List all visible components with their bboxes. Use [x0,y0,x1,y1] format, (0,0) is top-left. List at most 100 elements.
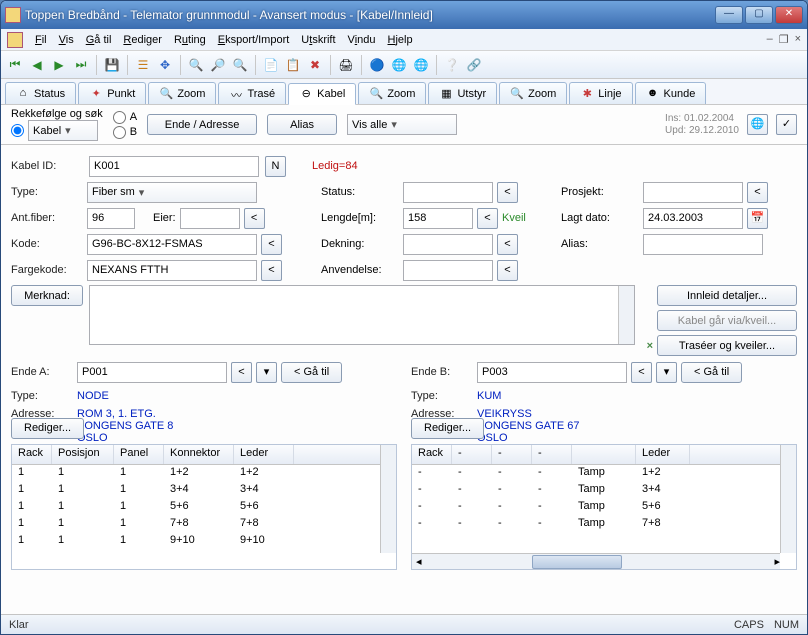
endeb-grid-header[interactable]: Rack---Leder [412,445,796,465]
nav-next-icon[interactable]: ▶ [49,55,69,75]
delete-icon[interactable]: ✖ [305,55,325,75]
lengde-input[interactable] [403,208,473,229]
lagt-input[interactable] [643,208,743,229]
eier-browse[interactable]: < [244,208,265,229]
dekning-input[interactable] [403,234,493,255]
endeb-browse[interactable]: < [631,362,652,383]
merknad-textarea[interactable] [89,285,635,345]
globe-button[interactable]: 🌐 [747,114,768,135]
merknad-button[interactable]: Merknad: [11,285,83,306]
farge-browse[interactable]: < [261,260,282,281]
table-row[interactable]: ----Tamp3+4 [412,482,796,499]
menu-hjelp[interactable]: Hjelp [388,34,413,46]
check-button[interactable]: ✓ [776,114,797,135]
endeb-rediger[interactable]: Rediger... [411,418,484,439]
menu-utskrift[interactable]: Utskrift [301,34,335,46]
tab-kunde[interactable]: ☻Kunde [635,82,707,104]
dekning-browse[interactable]: < [497,234,518,255]
table-row[interactable]: ----Tamp1+2 [412,465,796,482]
traseer-button[interactable]: Traséer og kveiler... [657,335,797,356]
tab-punkt[interactable]: ✦Punkt [78,82,146,104]
table-row[interactable]: 1115+65+6 [12,499,396,516]
endea-browse[interactable]: < [231,362,252,383]
col-header[interactable]: - [452,445,492,464]
doc-minimize[interactable]: – [767,33,773,46]
scrollbar[interactable] [380,445,396,553]
alias-input[interactable] [643,234,763,255]
col-header[interactable]: Leder [636,445,690,464]
tab-zoom2[interactable]: 🔍Zoom [358,82,426,104]
col-header[interactable]: Leder [234,445,294,464]
globe2-icon[interactable]: 🌐 [411,55,431,75]
endea-goto[interactable]: < Gå til [281,362,342,383]
lengde-browse[interactable]: < [477,208,498,229]
menu-vis[interactable]: Vis [59,34,74,46]
alias-button[interactable]: Alias [267,114,337,135]
eier-input[interactable] [180,208,240,229]
menu-vindu[interactable]: Vindu [348,34,376,46]
doc-restore[interactable]: ❐ [779,33,789,46]
col-header[interactable]: - [532,445,572,464]
close-button[interactable]: ✕ [775,6,803,24]
kode-input[interactable] [87,234,257,255]
vis-alle-combo[interactable]: Vis alle [347,114,457,135]
radio-kabel[interactable]: Kabel [11,120,98,141]
menu-fil[interactable]: Fil [35,34,47,46]
table-row[interactable]: 1113+43+4 [12,482,396,499]
prosjekt-input[interactable] [643,182,743,203]
antfiber-input[interactable] [87,208,135,229]
menu-gatil[interactable]: Gå til [86,34,112,46]
col-header[interactable]: Posisjon [52,445,114,464]
endeb-dropdown[interactable]: ▾ [656,362,677,383]
nav-prev-icon[interactable]: ◀ [27,55,47,75]
help-icon[interactable]: ❔ [442,55,462,75]
col-header[interactable]: Rack [12,445,52,464]
calendar-button[interactable]: 📅 [747,208,768,229]
endea-rediger[interactable]: Rediger... [11,418,84,439]
zoom-out-icon[interactable]: 🔎 [208,55,228,75]
save-icon[interactable]: 💾 [102,55,122,75]
nav-first-icon[interactable]: ⏮ [5,55,25,75]
tab-trase[interactable]: 〰Trasé [218,82,286,104]
endeb-input[interactable] [477,362,627,383]
endea-dropdown[interactable]: ▾ [256,362,277,383]
anv-input[interactable] [403,260,493,281]
innleid-button[interactable]: Innleid detaljer... [657,285,797,306]
kode-browse[interactable]: < [261,234,282,255]
google-icon[interactable]: 🔵 [367,55,387,75]
maximize-button[interactable]: ▢ [745,6,773,24]
tab-linje[interactable]: ✱Linje [569,82,632,104]
n-button[interactable]: N [265,156,286,177]
col-header[interactable]: - [492,445,532,464]
col-header[interactable]: Konnektor [164,445,234,464]
tab-zoom1[interactable]: 🔍Zoom [148,82,216,104]
anv-browse[interactable]: < [497,260,518,281]
doc-close[interactable]: × [795,33,801,46]
endeb-goto[interactable]: < Gå til [681,362,742,383]
close-x-icon[interactable]: × [647,340,653,352]
table-row[interactable]: 1117+87+8 [12,516,396,533]
table-row[interactable]: 1111+21+2 [12,465,396,482]
scrollbar[interactable] [618,286,634,344]
menu-icon-btn[interactable]: ☰ [133,55,153,75]
status-input[interactable] [403,182,493,203]
table-row[interactable]: ----Tamp5+6 [412,499,796,516]
tab-status[interactable]: ⌂Status [5,82,76,104]
menu-rediger[interactable]: Rediger [123,34,162,46]
zoom-fit-icon[interactable]: 🔍 [230,55,250,75]
tab-zoom3[interactable]: 🔍Zoom [499,82,567,104]
prosjekt-browse[interactable]: < [747,182,768,203]
radio-a[interactable]: A [113,111,137,124]
zoom-in-icon[interactable]: 🔍 [186,55,206,75]
nav-last-icon[interactable]: ⏭ [71,55,91,75]
type-combo[interactable]: Fiber sm [87,182,257,203]
paste-icon[interactable]: 📋 [283,55,303,75]
kabelid-input[interactable] [89,156,259,177]
menu-eksport[interactable]: Eksport/Import [218,34,290,46]
minimize-button[interactable]: — [715,6,743,24]
table-row[interactable]: ----Tamp7+8 [412,516,796,533]
globe1-icon[interactable]: 🌐 [389,55,409,75]
h-scrollbar[interactable]: ◂▸ [412,553,780,569]
col-header[interactable] [572,445,636,464]
col-header[interactable]: Panel [114,445,164,464]
